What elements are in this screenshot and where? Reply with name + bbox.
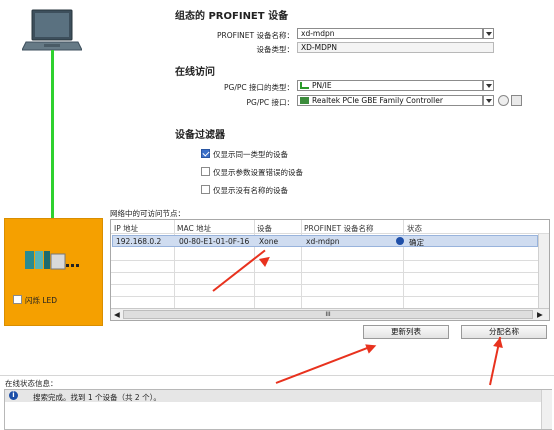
config-section-title: 组态的 PROFINET 设备 — [175, 11, 289, 22]
col-divider — [254, 220, 255, 308]
iface-field[interactable]: Realtek PCIe GBE Family Controller — [297, 95, 483, 106]
properties-icon[interactable] — [511, 95, 522, 106]
update-list-button[interactable]: 更新列表 — [363, 325, 449, 339]
col-divider — [403, 220, 404, 308]
pn-ie-icon — [300, 82, 309, 89]
annotation-arrow — [275, 346, 370, 384]
device-name-field[interactable]: xd-mdpn — [297, 28, 483, 39]
row-divider — [111, 296, 549, 297]
table-row[interactable]: 192.168.0.2 00-80-E1-01-0F-16 Xone xd-md… — [112, 235, 538, 247]
header-divider — [111, 233, 549, 234]
filter-same-type-checkbox[interactable] — [201, 149, 210, 158]
table-caption: 网络中的可访问节点： — [110, 209, 185, 218]
filter-no-name-label: 仅显示没有名称的设备 — [213, 186, 288, 195]
online-section-title: 在线访问 — [175, 67, 215, 78]
cell-name: xd-mdpn — [306, 237, 340, 246]
network-card-icon — [300, 97, 309, 104]
iface-type-dropdown-button[interactable] — [483, 80, 494, 91]
filter-param-error-label: 仅显示参数设置错误的设备 — [213, 168, 303, 177]
horizontal-scrollbar[interactable]: ◀ III ▶ — [111, 308, 549, 320]
device-panel: 闪烁 LED — [4, 218, 103, 326]
flash-led-checkbox[interactable] — [13, 295, 22, 304]
status-message: 搜索完成。找到 1 个设备（共 2 个）。 — [33, 393, 161, 402]
col-divider — [174, 220, 175, 308]
status-divider — [0, 375, 554, 376]
device-name-label: PROFINET 设备名称： — [217, 31, 294, 40]
nodes-table: IP 地址 MAC 地址 设备 PROFINET 设备名称 状态 192.168… — [110, 219, 550, 321]
status-log-scrollbar[interactable] — [541, 390, 552, 429]
filter-no-name-checkbox[interactable] — [201, 185, 210, 194]
status-log-box: i 搜索完成。找到 1 个设备（共 2 个）。 — [4, 389, 552, 430]
status-message-row: i 搜索完成。找到 1 个设备（共 2 个）。 — [5, 390, 541, 402]
annotation-arrowhead — [365, 340, 379, 354]
iface-dropdown-button[interactable] — [483, 95, 494, 106]
annotation-arrowhead — [493, 336, 505, 349]
cell-ip: 192.168.0.2 — [116, 237, 162, 246]
plc-device-icon — [25, 249, 83, 271]
row-divider — [111, 284, 549, 285]
cell-device: Xone — [259, 237, 279, 246]
filter-param-error-checkbox[interactable] — [201, 167, 210, 176]
flash-led-label: 闪烁 LED — [25, 296, 58, 305]
row-divider — [111, 260, 549, 261]
info-icon: i — [9, 391, 18, 400]
filter-section-title: 设备过滤器 — [175, 130, 225, 141]
filter-same-type-label: 仅显示同一类型的设备 — [213, 150, 288, 159]
assign-name-button[interactable]: 分配名称 — [461, 325, 547, 339]
network-link-line — [51, 50, 54, 220]
vertical-scrollbar[interactable] — [538, 234, 549, 308]
row-divider — [111, 272, 549, 273]
status-title: 在线状态信息： — [5, 379, 58, 388]
device-name-dropdown-button[interactable] — [483, 28, 494, 39]
scroll-right-icon[interactable]: ▶ — [537, 310, 543, 319]
refresh-icon[interactable] — [498, 95, 509, 106]
scroll-thumb[interactable]: III — [123, 310, 533, 319]
device-type-field: XD-MDPN — [297, 42, 494, 53]
scroll-left-icon[interactable]: ◀ — [114, 310, 120, 319]
iface-type-field[interactable]: PN/IE — [297, 80, 483, 91]
cell-status: 确定 — [409, 238, 424, 247]
iface-label: PG/PC 接口： — [246, 98, 294, 107]
col-divider — [301, 220, 302, 308]
device-type-label: 设备类型： — [256, 45, 295, 54]
cell-mac: 00-80-E1-01-0F-16 — [179, 237, 250, 246]
status-ok-icon — [396, 237, 404, 245]
iface-type-label: PG/PC 接口的类型： — [223, 83, 294, 92]
